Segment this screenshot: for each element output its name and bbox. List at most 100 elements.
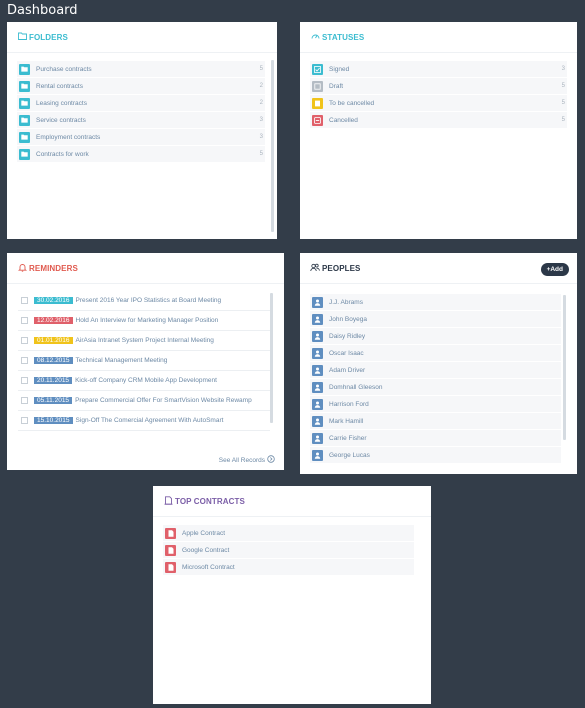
folder-count: 2 <box>259 100 263 106</box>
person-icon <box>312 313 323 325</box>
folders-title: FOLDERS <box>17 32 68 42</box>
reminder-text: Prepare Commercial Offer For SmartVision… <box>75 397 252 404</box>
reminder-item[interactable]: 05.11.2015 Prepare Commercial Offer For S… <box>18 391 270 411</box>
reminder-checkbox[interactable] <box>21 417 28 424</box>
minus-icon <box>312 114 323 126</box>
reminder-text: Technical Management Meeting <box>75 357 168 364</box>
folders-scrollbar[interactable] <box>271 60 274 232</box>
folder-label: Employment contracts <box>36 133 101 141</box>
person-icon <box>312 347 323 359</box>
folder-item[interactable]: Service contracts 3 <box>17 112 265 129</box>
status-label: To be cancelled <box>329 99 375 107</box>
person-item[interactable]: Adam Driver <box>310 362 561 379</box>
folder-icon <box>19 80 30 92</box>
status-count: 5 <box>561 117 565 123</box>
person-item[interactable]: Oscar Isaac <box>310 345 561 362</box>
reminders-scrollbar[interactable] <box>270 293 273 423</box>
statuses-list: Signed 3 Draft 5 To be cancelled 5 Cancelled 5 <box>310 61 567 129</box>
folder-label: Contracts for work <box>36 150 89 158</box>
person-icon <box>312 381 323 393</box>
reminder-item[interactable]: 08.12.2015 Technical Management Meeting <box>18 351 270 371</box>
top-contracts-title: TOP CONTRACTS <box>163 495 245 507</box>
check-icon <box>312 63 323 75</box>
folder-item[interactable]: Leasing contracts 2 <box>17 95 265 112</box>
folder-label: Service contracts <box>36 116 86 124</box>
folder-item[interactable]: Rental contracts 2 <box>17 78 265 95</box>
person-item[interactable]: Daisy Ridley <box>310 328 561 345</box>
folder-icon <box>19 114 30 126</box>
reminder-checkbox[interactable] <box>21 297 28 304</box>
folder-icon <box>19 97 30 109</box>
folder-icon <box>19 131 30 143</box>
folder-label: Leasing contracts <box>36 99 87 107</box>
person-name: George Lucas <box>329 451 370 459</box>
statuses-panel: STATUSES Signed 3 Draft 5 To be cancelled 5 Ca… <box>300 22 577 239</box>
document-icon <box>165 561 176 573</box>
reminder-item[interactable]: 15.10.2015 Sign-Off The Comercial Agreeme… <box>18 411 270 431</box>
status-item[interactable]: Draft 5 <box>310 78 567 95</box>
reminder-checkbox[interactable] <box>21 337 28 344</box>
status-item[interactable]: Signed 3 <box>310 61 567 78</box>
reminder-item[interactable]: 20.11.2015 Kick-off Company CRM Mobile Ap… <box>18 371 270 391</box>
reminder-checkbox[interactable] <box>21 357 28 364</box>
folder-item[interactable]: Contracts for work 5 <box>17 146 265 163</box>
reminders-title: REMINDERS <box>17 263 78 274</box>
gauge-icon <box>310 32 320 42</box>
reminder-date-badge: 08.12.2015 <box>34 357 73 364</box>
reminder-checkbox[interactable] <box>21 317 28 324</box>
see-all-records-link[interactable]: See All Records <box>219 455 275 465</box>
peoples-panel: PEOPLES +Add J.J. Abrams John Boyega Daisy… <box>300 253 577 474</box>
reminder-date-badge: 12.02.2016 <box>34 317 73 324</box>
person-item[interactable]: J.J. Abrams <box>310 294 561 311</box>
status-item[interactable]: Cancelled 5 <box>310 112 567 129</box>
status-label: Cancelled <box>329 116 358 124</box>
add-person-button[interactable]: +Add <box>540 263 569 276</box>
reminder-date-badge: 20.11.2015 <box>34 377 73 384</box>
reminder-text: AirAsia Intranet System Project Internal… <box>75 337 214 344</box>
reminder-checkbox[interactable] <box>21 377 28 384</box>
person-name: Carrie Fisher <box>329 434 367 442</box>
person-name: Adam Driver <box>329 366 366 374</box>
reminder-item[interactable]: 12.02.2016 Hold An Interview for Marketin… <box>18 311 270 331</box>
folder-count: 3 <box>259 117 263 123</box>
person-item[interactable]: Domhnall Gleeson <box>310 379 561 396</box>
folder-item[interactable]: Purchase contracts 5 <box>17 61 265 78</box>
status-label: Draft <box>329 82 344 90</box>
statuses-title: STATUSES <box>310 32 364 42</box>
reminder-date-badge: 01.01.2016 <box>34 337 73 344</box>
person-name: Daisy Ridley <box>329 332 366 340</box>
contract-label: Microsoft Contract <box>182 563 235 571</box>
folder-count: 5 <box>259 151 263 157</box>
contract-icon <box>163 495 173 507</box>
top-contracts-header: TOP CONTRACTS <box>153 486 431 517</box>
person-item[interactable]: George Lucas <box>310 447 561 464</box>
status-item[interactable]: To be cancelled 5 <box>310 95 567 112</box>
contract-item[interactable]: Google Contract <box>163 542 414 559</box>
people-icon <box>310 263 320 274</box>
contract-item[interactable]: Apple Contract <box>163 525 414 542</box>
status-count: 3 <box>561 66 565 72</box>
reminder-text: Hold An Interview for Marketing Manager … <box>75 317 219 324</box>
statuses-header: STATUSES <box>300 22 577 53</box>
person-icon <box>312 296 323 308</box>
reminders-list: 30.02.2016 Present 2016 Year IPO Statisti… <box>18 291 270 451</box>
reminder-item[interactable]: 30.02.2016 Present 2016 Year IPO Statisti… <box>18 291 270 311</box>
page-title: Dashboard <box>7 3 78 18</box>
folder-icon <box>19 148 30 160</box>
reminder-checkbox[interactable] <box>21 397 28 404</box>
person-item[interactable]: Mark Hamill <box>310 413 561 430</box>
folders-panel: FOLDERS Purchase contracts 5 Rental contra… <box>7 22 277 239</box>
person-item[interactable]: John Boyega <box>310 311 561 328</box>
reminder-date-badge: 05.11.2015 <box>34 397 73 404</box>
person-icon <box>312 364 323 376</box>
folder-item[interactable]: Employment contracts 3 <box>17 129 265 146</box>
contract-item[interactable]: Microsoft Contract <box>163 559 414 576</box>
folders-list: Purchase contracts 5 Rental contracts 2 Leas… <box>17 61 265 163</box>
person-item[interactable]: Carrie Fisher <box>310 430 561 447</box>
reminder-item[interactable]: 01.01.2016 AirAsia Intranet System Projec… <box>18 331 270 351</box>
person-item[interactable]: Harrison Ford <box>310 396 561 413</box>
peoples-scrollbar[interactable] <box>563 295 566 440</box>
folder-icon <box>19 63 30 75</box>
reminder-text: Present 2016 Year IPO Statistics at Boar… <box>75 297 222 304</box>
folder-label: Rental contracts <box>36 82 83 90</box>
